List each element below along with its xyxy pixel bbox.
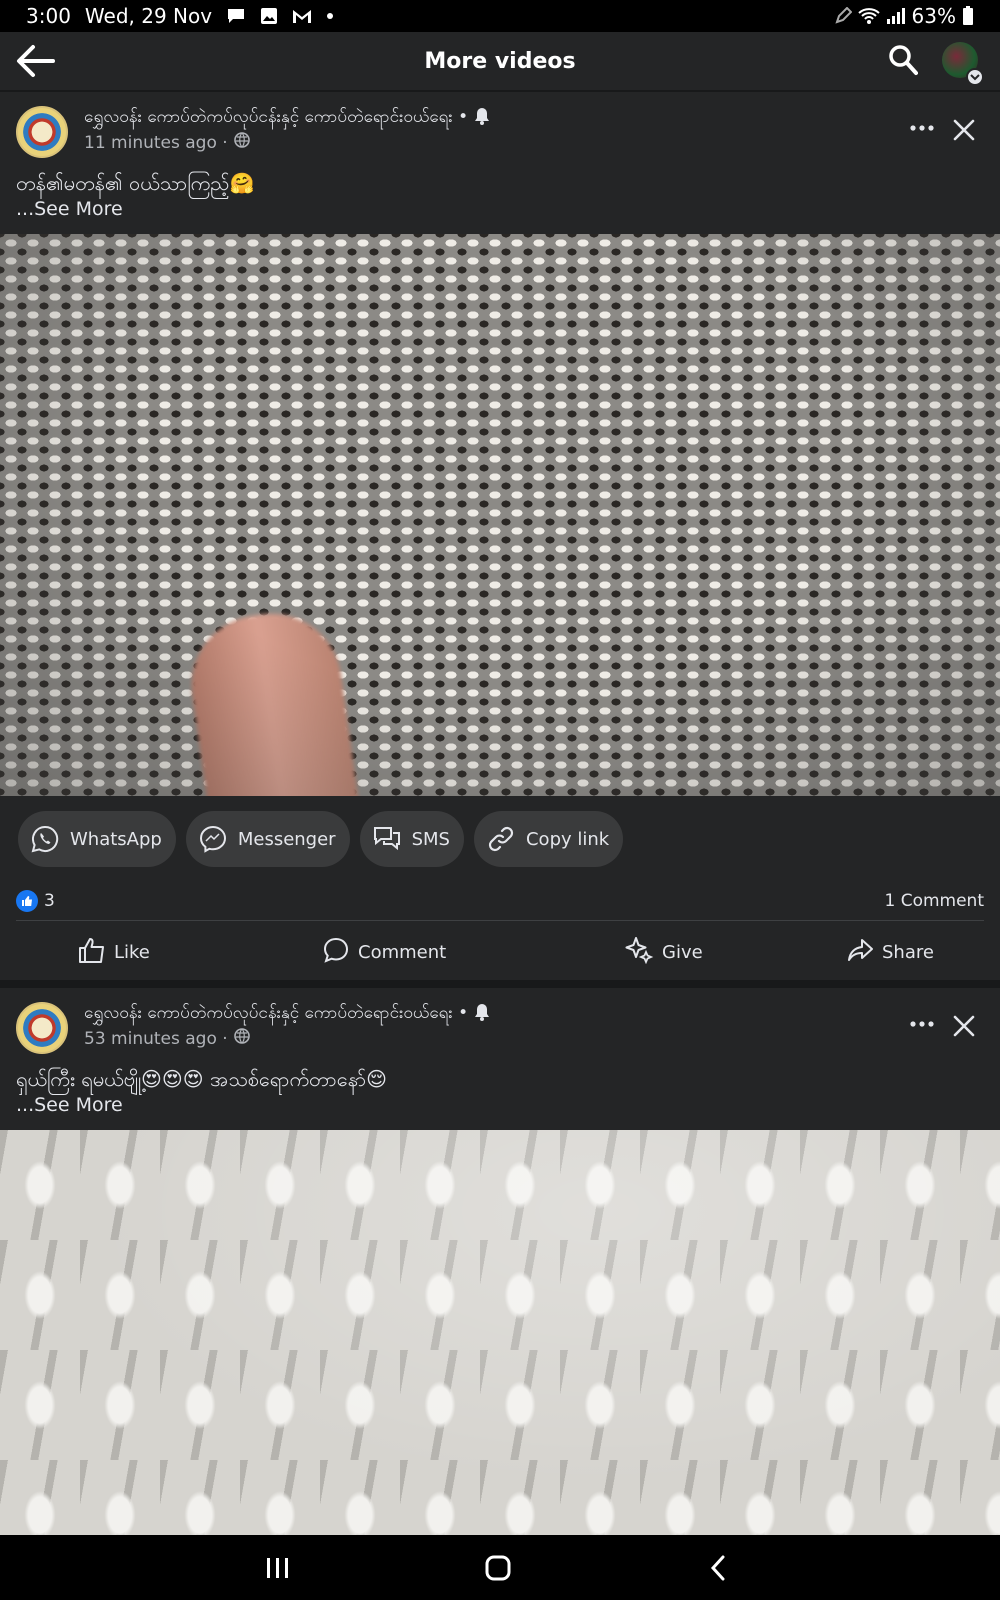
video-overlay [0, 1130, 1000, 1535]
page-name[interactable]: ရွှေလဝန်း ကောပ်တဲကပ်လုပ်ငန်းနှင့် ကောပ်တ… [84, 1002, 490, 1027]
share-messenger-button[interactable]: Messenger [185, 811, 350, 867]
wifi-icon [857, 7, 880, 25]
status-bar: 3:00 Wed, 29 Nov 63% [0, 0, 1000, 32]
share-sms-label: SMS [411, 828, 450, 850]
page-name-label[interactable]: ရွှေလဝန်း ကောပ်တဲကပ်လုပ်ငန်းနှင့် ကောပ်တ… [84, 1002, 468, 1027]
page-avatar[interactable] [16, 106, 68, 158]
thumbs-up-icon [78, 936, 106, 969]
page-name[interactable]: ရွှေလဝန်း ကောပ်တဲကပ်လုပ်ငန်းနှင့် ကောပ်တ… [84, 106, 490, 131]
more-options-icon[interactable] [906, 116, 938, 140]
share-label: Share [882, 942, 934, 963]
comment-count[interactable]: 1 Comment [884, 891, 984, 911]
give-label: Give [662, 942, 703, 963]
globe-icon [233, 132, 250, 153]
status-date: Wed, 29 Nov [84, 4, 213, 28]
battery-percent: 63% [911, 4, 956, 28]
post-time-label: 53 minutes ago · [84, 1028, 228, 1049]
like-button[interactable]: Like [78, 936, 150, 969]
home-icon[interactable] [478, 1551, 518, 1585]
video-overlay [0, 234, 1000, 796]
give-button[interactable]: Give [624, 936, 703, 969]
chevron-down-icon [966, 68, 984, 86]
link-icon [486, 824, 516, 854]
post-caption: တန်၏မတန်၏ ဝယ်သာကြည့်🤗 [16, 171, 255, 195]
see-more-link[interactable]: ...See More [16, 198, 123, 220]
share-copy-link-button[interactable]: Copy link [473, 811, 624, 867]
post-time: 11 minutes ago · [84, 132, 250, 153]
recent-apps-icon[interactable] [258, 1551, 298, 1585]
page-title: More videos [424, 48, 576, 74]
share-options: WhatsApp Messenger SMS Copy link [0, 796, 1000, 882]
share-arrow-icon [846, 936, 874, 969]
share-whatsapp-button[interactable]: WhatsApp [18, 811, 176, 867]
top-bar: More videos [0, 32, 1000, 90]
post-separator [0, 980, 1000, 988]
bell-icon[interactable] [474, 107, 490, 130]
share-whatsapp-label: WhatsApp [70, 828, 162, 850]
battery-icon [962, 6, 974, 26]
video-player[interactable] [0, 1130, 1000, 1535]
page-name-label[interactable]: ရွှေလဝန်း ကောပ်တဲကပ်လုပ်ငန်းနှင့် ကောပ်တ… [84, 106, 468, 131]
video-player[interactable] [0, 234, 1000, 796]
post-time: 53 minutes ago · [84, 1028, 250, 1049]
star-sparkle-icon [624, 936, 654, 969]
gmail-icon [292, 8, 312, 24]
share-copy-link-label: Copy link [525, 828, 610, 850]
share-messenger-label: Messenger [237, 828, 336, 850]
back-icon[interactable] [698, 1551, 738, 1585]
whatsapp-icon [30, 824, 60, 854]
dot-icon [326, 12, 334, 20]
sms-icon [372, 824, 402, 854]
comment-button[interactable]: Comment [322, 936, 446, 969]
share-sms-button[interactable]: SMS [359, 811, 464, 867]
like-reaction-icon[interactable] [16, 890, 38, 912]
globe-icon [233, 1028, 250, 1049]
profile-avatar[interactable] [942, 42, 984, 86]
post-header: ရွှေလဝန်း ကောပ်တဲကပ်လုပ်ငန်းနှင့် ကောပ်တ… [0, 988, 1000, 1128]
search-icon[interactable] [888, 44, 920, 78]
signal-icon [886, 7, 906, 25]
post-actions: Like Comment Give Share [0, 922, 1000, 978]
image-icon [260, 7, 278, 25]
post-caption: ရှယ်ကြီး ရမယ်ဗျို့😍😍😍 အသစ်ရောက်တာနော်😌 [16, 1067, 388, 1091]
page-avatar[interactable] [16, 1002, 68, 1054]
post-time-label: 11 minutes ago · [84, 132, 228, 153]
post-header: ရွှေလဝန်း ကောပ်တဲကပ်လုပ်ငန်းနှင့် ကောပ်တ… [0, 92, 1000, 232]
pen-icon [834, 7, 852, 25]
close-icon[interactable] [950, 1012, 978, 1040]
see-more-link[interactable]: ...See More [16, 1094, 123, 1116]
chat-icon [226, 7, 246, 25]
more-options-icon[interactable] [906, 1012, 938, 1036]
messenger-icon [198, 824, 228, 854]
divider [16, 920, 984, 921]
like-label: Like [114, 942, 150, 963]
back-arrow-icon[interactable] [14, 42, 56, 80]
comment-label: Comment [358, 942, 447, 963]
comment-icon [322, 936, 350, 969]
like-count[interactable]: 3 [44, 891, 55, 911]
status-time: 3:00 [26, 4, 71, 28]
close-icon[interactable] [950, 116, 978, 144]
reactions-summary: 3 1 Comment [0, 882, 1000, 920]
share-button[interactable]: Share [846, 936, 934, 969]
system-nav-bar [0, 1535, 1000, 1600]
bell-icon[interactable] [474, 1003, 490, 1026]
